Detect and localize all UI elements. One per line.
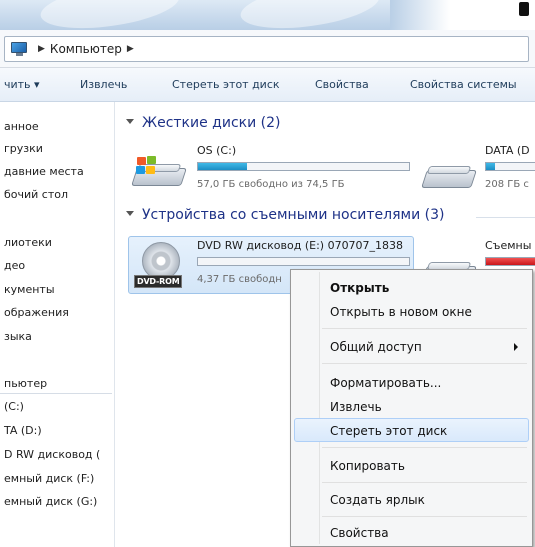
nav-item-documents[interactable]: кументы — [4, 283, 55, 296]
group-title: Жесткие диски (2) — [142, 115, 281, 131]
hard-disk-c-icon — [131, 156, 187, 188]
system-properties-button[interactable]: Свойства системы — [410, 78, 517, 91]
nav-item-desktop[interactable]: бочий стол — [4, 188, 68, 201]
collapse-arrow-icon[interactable] — [126, 210, 134, 216]
eject-toolbar-button[interactable]: Извлечь — [80, 78, 127, 91]
organize-button[interactable]: чить ▾ — [4, 78, 40, 91]
drive-c-usage-fill — [198, 163, 247, 170]
nav-item-recent[interactable]: давние места — [4, 165, 84, 178]
nav-item-video[interactable]: део — [4, 259, 25, 272]
address-bar-area: ▶ Компьютер ▶ — [0, 30, 535, 68]
menu-item-erase-disk[interactable]: Стереть этот диск — [294, 418, 529, 442]
breadcrumb-arrow-icon[interactable]: ▶ — [38, 44, 45, 54]
group-title: Устройства со съемными носителями (3) — [142, 207, 445, 223]
command-bar: чить ▾ Извлечь Стереть этот диск Свойств… — [0, 68, 535, 102]
erase-disk-toolbar-button[interactable]: Стереть этот диск — [172, 78, 280, 91]
nav-item-downloads[interactable]: грузки — [4, 142, 43, 155]
menu-item-eject[interactable]: Извлечь — [294, 394, 529, 418]
group-header-removable[interactable]: Устройства со съемными носителями (3) — [126, 207, 535, 223]
dvd-rom-badge: DVD-ROM — [134, 275, 183, 288]
menu-item-open[interactable]: Открыть — [294, 275, 529, 299]
menu-item-share-label: Общий доступ — [330, 340, 422, 354]
drive-f-usage-fill — [486, 258, 535, 265]
nav-item-computer[interactable]: пьютер — [4, 377, 47, 390]
hard-disk-d-icon — [421, 164, 477, 190]
nav-item-drive-d[interactable]: TA (D:) — [4, 424, 42, 437]
menu-item-copy[interactable]: Копировать — [294, 453, 529, 477]
nav-divider — [0, 393, 112, 394]
drive-d-name[interactable]: DATA (D — [485, 144, 530, 157]
dvd-drive-icon: DVD-ROM — [134, 242, 184, 290]
nav-item-music[interactable]: зыка — [4, 330, 32, 343]
drive-c-usage-bar — [197, 162, 410, 171]
nav-item-drive-f[interactable]: емный диск (F:) — [4, 472, 94, 485]
menu-separator — [322, 328, 527, 329]
nav-item-drive-c[interactable]: (C:) — [4, 400, 24, 413]
breadcrumb-computer[interactable]: Компьютер — [50, 42, 122, 56]
nav-item-libraries[interactable]: лиотеки — [4, 236, 52, 249]
computer-icon — [11, 42, 29, 56]
submenu-arrow-icon — [514, 343, 518, 351]
window-edge-mark — [519, 2, 529, 16]
menu-separator — [322, 482, 527, 483]
window-title-bar — [0, 0, 535, 30]
drive-f-usage-bar — [485, 257, 535, 266]
drive-c-free-space: 57,0 ГБ свободно из 74,5 ГБ — [197, 179, 345, 190]
group-divider-line — [476, 217, 535, 218]
drive-e-usage-bar — [197, 257, 410, 266]
nav-item-drive-e[interactable]: D RW дисковод ( — [4, 448, 100, 461]
nav-item-pictures[interactable]: ображения — [4, 306, 69, 319]
nav-item-drive-g[interactable]: емный диск (G:) — [4, 495, 97, 508]
drive-c-name[interactable]: OS (C:) — [197, 144, 236, 157]
menu-item-open-new-window[interactable]: Открыть в новом окне — [294, 299, 529, 323]
menu-item-create-shortcut[interactable]: Создать ярлык — [294, 487, 529, 511]
menu-separator — [322, 447, 527, 448]
windows-logo-icon — [136, 156, 158, 176]
drive-e-name[interactable]: DVD RW дисковод (E:) 070707_1838 — [197, 239, 403, 252]
nav-item-favorites[interactable]: анное — [4, 120, 39, 133]
collapse-arrow-icon[interactable] — [126, 118, 134, 124]
group-header-hard-disks[interactable]: Жесткие диски (2) — [126, 115, 280, 131]
menu-item-properties[interactable]: Свойства — [294, 520, 529, 544]
navigation-pane: анное грузки давние места бочий стол лио… — [0, 102, 115, 547]
drive-d-usage-bar — [485, 162, 535, 171]
menu-separator — [322, 363, 527, 364]
menu-item-share[interactable]: Общий доступ — [294, 334, 529, 358]
breadcrumb-arrow-icon[interactable]: ▶ — [127, 44, 134, 54]
drive-e-free-space: 4,37 ГБ свободн — [197, 274, 282, 285]
drive-d-usage-fill — [486, 163, 495, 170]
menu-item-format[interactable]: Форматировать... — [294, 370, 529, 394]
properties-toolbar-button[interactable]: Свойства — [315, 78, 369, 91]
drive-d-free-space: 208 ГБ с — [485, 179, 529, 190]
menu-separator — [322, 516, 527, 517]
drive-f-name[interactable]: Съемны — [485, 239, 531, 252]
context-menu: Открыть Открыть в новом окне Общий досту… — [290, 269, 533, 547]
address-bar[interactable]: ▶ Компьютер ▶ — [4, 36, 529, 62]
